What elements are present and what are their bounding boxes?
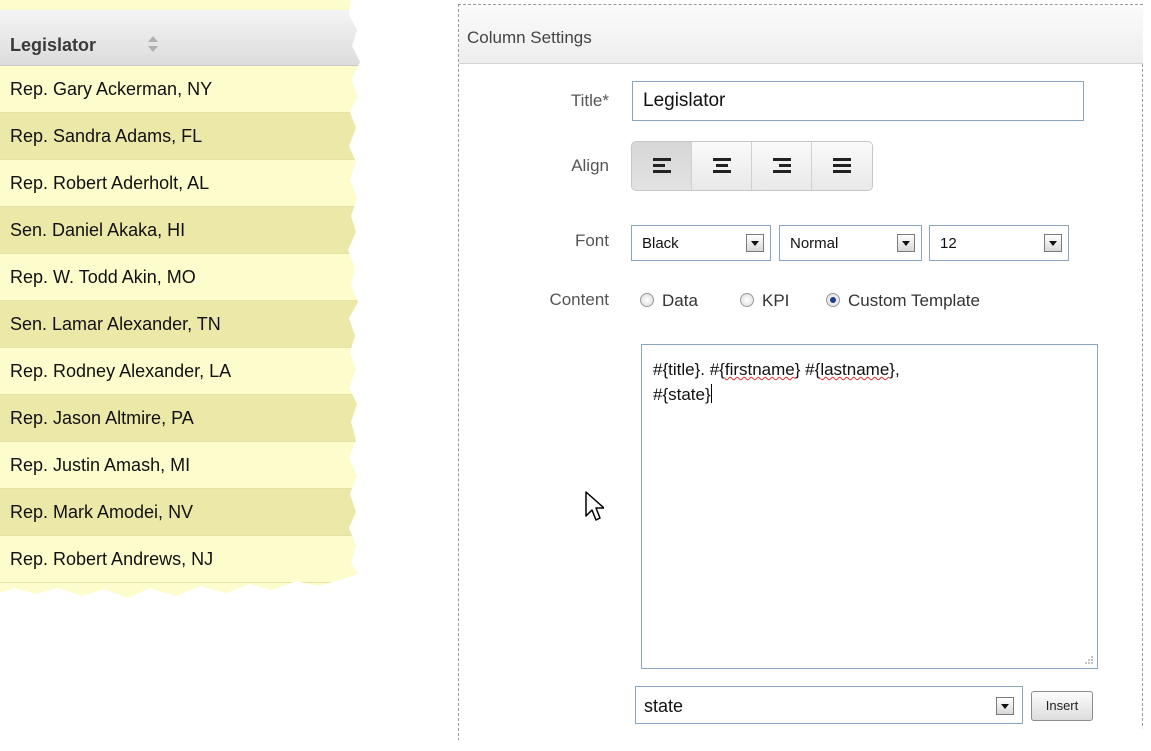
insert-button[interactable]: Insert: [1031, 691, 1093, 721]
font-style-select[interactable]: Normal: [779, 225, 922, 261]
radio-label-data: Data: [662, 291, 698, 310]
spellcheck-word: lastname: [820, 360, 890, 379]
template-text-segment: } #{: [794, 360, 821, 379]
title-label: Title*: [570, 91, 609, 110]
legislator-cell: Rep. Sandra Adams, FL: [10, 126, 203, 146]
column-settings-panel: Column Settings Title* Align: [458, 4, 1143, 751]
table-row[interactable]: Sen. Daniel Akaka, HI: [0, 207, 360, 254]
table-row[interactable]: Rep. Rodney Alexander, LA: [0, 348, 360, 395]
table-row[interactable]: Rep. Mark Amodei, NV: [0, 489, 360, 536]
legislator-column-header[interactable]: Legislator: [0, 10, 360, 66]
align-left-button[interactable]: [632, 142, 692, 190]
spellcheck-word: firstname: [724, 360, 795, 379]
align-left-icon: [653, 158, 671, 173]
mouse-pointer-icon: [585, 491, 604, 521]
table-row[interactable]: Rep. Gary Ackerman, NY: [0, 66, 360, 113]
font-color-value: Black: [642, 235, 679, 252]
font-style-value: Normal: [790, 235, 839, 252]
legislator-cell: Rep. Justin Amash, MI: [10, 455, 191, 475]
field-select-value: state: [644, 696, 684, 716]
radio-button[interactable]: [740, 293, 754, 307]
custom-template-textarea[interactable]: #{title}. #{firstname} #{lastname}, #{st…: [641, 344, 1098, 669]
align-button-group: [631, 141, 873, 191]
text-caret: [710, 384, 712, 403]
font-size-select[interactable]: 12: [929, 225, 1069, 261]
legislator-cell: Sen. Daniel Akaka, HI: [10, 220, 186, 240]
content-label: Content: [549, 290, 609, 309]
align-center-icon: [713, 158, 731, 173]
panel-header: Column Settings: [459, 5, 1143, 64]
font-color-select[interactable]: Black: [631, 225, 771, 261]
column-header-label: Legislator: [10, 35, 97, 55]
table-row[interactable]: Rep. Robert Aderholt, AL: [0, 160, 360, 207]
template-field-select[interactable]: state: [635, 686, 1023, 724]
panel-title: Column Settings: [467, 28, 592, 47]
radio-label-kpi: KPI: [762, 291, 790, 310]
table-row[interactable]: Rep. W. Todd Akin, MO: [0, 254, 360, 301]
chevron-down-icon[interactable]: [746, 234, 764, 252]
legislator-cell: Rep. W. Todd Akin, MO: [10, 267, 196, 287]
resize-grip-icon[interactable]: [1083, 654, 1093, 664]
chevron-down-icon[interactable]: [996, 697, 1014, 715]
font-label: Font: [574, 231, 609, 250]
template-text-segment: #{state}: [653, 385, 711, 404]
table-row[interactable]: Rep. Sandra Adams, FL: [0, 113, 360, 160]
radio-label-custom-template: Custom Template: [848, 291, 980, 310]
font-size-value: 12: [940, 235, 957, 252]
align-center-button[interactable]: [692, 142, 752, 190]
radio-button-checked[interactable]: [826, 293, 840, 307]
align-justify-button[interactable]: [812, 142, 872, 190]
table-row[interactable]: Sen. Lamar Alexander, TN: [0, 301, 360, 348]
sort-icon[interactable]: [147, 31, 159, 57]
legislator-cell: Sen. Lamar Alexander, TN: [10, 314, 221, 334]
legislator-cell: Rep. Mark Amodei, NV: [10, 502, 194, 522]
align-right-button[interactable]: [752, 142, 812, 190]
align-right-icon: [773, 158, 791, 173]
legislator-cell: Rep. Gary Ackerman, NY: [10, 79, 213, 99]
chevron-down-icon[interactable]: [897, 234, 915, 252]
legislator-cell: Rep. Rodney Alexander, LA: [10, 361, 232, 381]
table-body: Legislator Rep. Gary Ackerman, NY Rep. Sa…: [0, 0, 360, 598]
align-justify-icon: [833, 158, 851, 173]
legislator-table: Legislator Rep. Gary Ackerman, NY Rep. Sa…: [0, 0, 390, 620]
chevron-down-icon[interactable]: [1044, 234, 1062, 252]
legislator-cell: Rep. Jason Altmire, PA: [10, 408, 194, 428]
table-row[interactable]: Rep. Justin Amash, MI: [0, 442, 360, 489]
table-row[interactable]: Rep. Jason Altmire, PA: [0, 395, 360, 442]
legislator-cell: Rep. Robert Andrews, NJ: [10, 549, 214, 569]
panel-body: Column Settings Title* Align: [458, 4, 1143, 749]
template-text-segment: },: [889, 360, 900, 379]
table-row[interactable]: Rep. Robert Andrews, NJ: [0, 536, 360, 583]
template-text[interactable]: #{title}. #{firstname} #{lastname}, #{st…: [653, 357, 1073, 407]
title-input[interactable]: [632, 81, 1084, 121]
template-text-segment: #{title}. #{: [653, 360, 725, 379]
align-label: Align: [571, 156, 609, 175]
legislator-cell: Rep. Robert Aderholt, AL: [10, 173, 210, 193]
radio-button[interactable]: [640, 293, 654, 307]
